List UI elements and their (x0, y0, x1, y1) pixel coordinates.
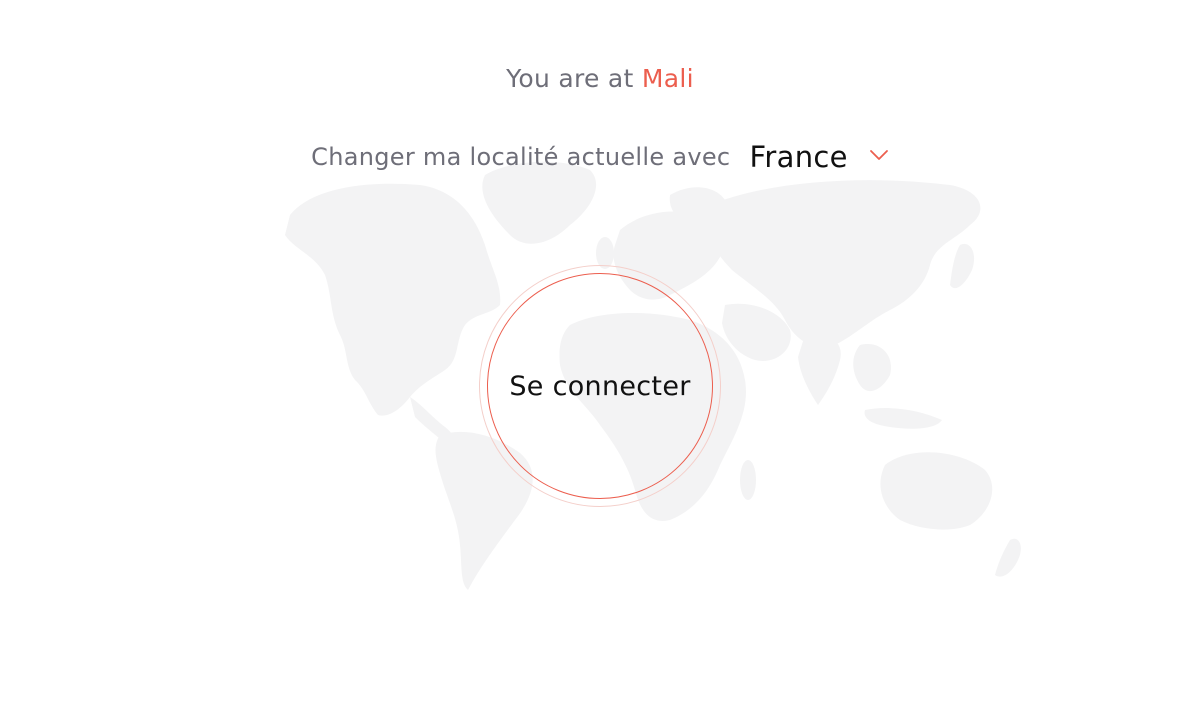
chevron-down-icon (869, 150, 888, 160)
connect-button-label: Se connecter (509, 370, 691, 402)
current-country: Mali (641, 64, 694, 93)
location-prefix: You are at (506, 64, 634, 93)
change-location-label: Changer ma localité actuelle avec (311, 143, 731, 171)
selected-country: France (749, 140, 848, 174)
vpn-connect-screen: You are at Mali Changer ma localité actu… (0, 0, 1200, 718)
change-location-row: Changer ma localité actuelle avec France (0, 140, 1200, 174)
connect-button[interactable]: Se connecter (487, 273, 713, 499)
current-location: You are at Mali (0, 64, 1200, 93)
country-dropdown[interactable]: France (750, 140, 889, 174)
